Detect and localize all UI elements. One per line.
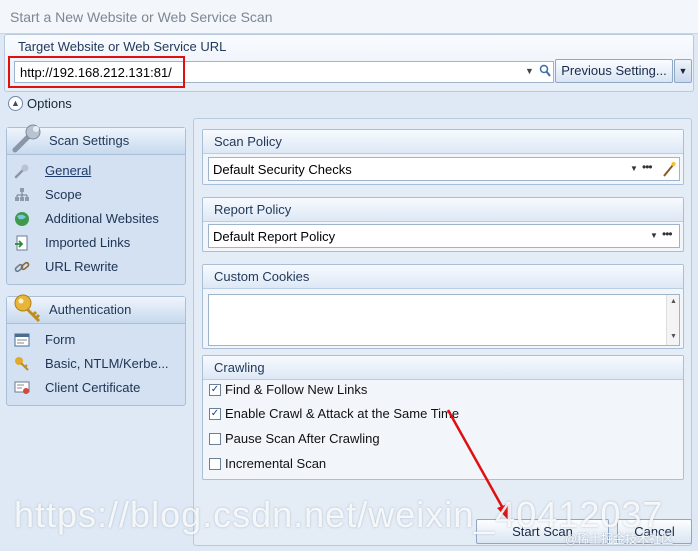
checkbox-unchecked-icon[interactable] [209, 433, 221, 445]
authentication-title: Authentication [49, 302, 132, 317]
scan-settings-title: Scan Settings [49, 133, 130, 148]
search-icon[interactable] [539, 64, 551, 78]
window-title: Start a New Website or Web Service Scan [10, 9, 273, 25]
form-icon [14, 333, 30, 347]
scan-policy-section: Scan Policy Default Security Checks ▼ ••… [202, 129, 684, 185]
report-policy-title: Report Policy [214, 202, 292, 217]
import-icon [15, 235, 28, 251]
scan-settings-header[interactable]: Scan Settings [7, 124, 185, 155]
chevron-down-icon: ▼ [678, 66, 688, 76]
previous-settings-dropdown[interactable]: ▼ [674, 59, 692, 83]
find-follow-links-checkbox[interactable]: ✓ Find & Follow New Links [209, 381, 679, 401]
scroll-up-icon[interactable]: ▲ [670, 298, 677, 305]
scan-policy-title: Scan Policy [214, 134, 282, 149]
window-titlebar: Start a New Website or Web Service Scan [0, 0, 698, 34]
nav-form-label: Form [45, 332, 76, 347]
custom-cookies-input[interactable]: ▲ ▼ [208, 294, 680, 346]
custom-cookies-header: Custom Cookies [203, 265, 683, 289]
nav-additional-websites[interactable]: Additional Websites [14, 209, 179, 229]
nav-form[interactable]: Form [14, 330, 179, 350]
url-highlight-box [8, 56, 185, 88]
pause-after-crawling-checkbox[interactable]: Pause Scan After Crawling [209, 430, 679, 450]
nav-client-certificate[interactable]: Client Certificate [14, 378, 179, 398]
scan-policy-select[interactable]: Default Security Checks ▼ ••• [208, 157, 680, 181]
nav-basic-ntlm[interactable]: Basic, NTLM/Kerbe... [14, 354, 179, 374]
sitemap-icon [15, 188, 29, 201]
nav-general-label: General [45, 163, 92, 178]
nav-general[interactable]: General [14, 161, 179, 181]
url-dropdown-icon[interactable]: ▼ [525, 66, 534, 76]
watermark-community: @稀土掘金技术社区 [565, 532, 674, 546]
custom-cookies-scrollbar[interactable]: ▲ ▼ [666, 295, 679, 345]
report-policy-value: Default Report Policy [213, 229, 336, 244]
more-options-icon[interactable]: ••• [642, 160, 653, 174]
custom-cookies-title: Custom Cookies [214, 269, 310, 284]
nav-imported-links-label: Imported Links [45, 235, 131, 250]
nav-scope[interactable]: Scope [14, 185, 179, 205]
nav-url-rewrite[interactable]: URL Rewrite [14, 257, 179, 277]
nav-client-certificate-label: Client Certificate [45, 380, 141, 395]
find-follow-links-label: Find & Follow New Links [225, 382, 368, 397]
incremental-scan-label: Incremental Scan [225, 456, 327, 471]
report-policy-select[interactable]: Default Report Policy ▼ ••• [208, 224, 680, 248]
certificate-icon [14, 381, 30, 394]
nav-url-rewrite-label: URL Rewrite [45, 259, 119, 274]
crawling-title: Crawling [214, 360, 265, 375]
wrench-icon [12, 124, 41, 153]
key-icon [14, 294, 41, 323]
wrench-icon [14, 164, 29, 179]
previous-settings-button[interactable]: Previous Setting... [555, 59, 673, 83]
edit-wand-icon[interactable] [662, 161, 676, 177]
crawling-section: Crawling ✓ Find & Follow New Links ✓ Ena… [202, 355, 684, 480]
options-label: Options [27, 96, 72, 111]
crawl-attack-same-time-label: Enable Crawl & Attack at the Same Time [225, 406, 460, 421]
chevron-down-icon[interactable]: ▼ [630, 164, 638, 173]
scan-policy-value: Default Security Checks [213, 162, 352, 177]
incremental-scan-checkbox[interactable]: Incremental Scan [209, 455, 679, 475]
nav-imported-links[interactable]: Imported Links [14, 233, 179, 253]
globe-icon [15, 212, 29, 226]
crawl-attack-same-time-checkbox[interactable]: ✓ Enable Crawl & Attack at the Same Time [209, 405, 679, 425]
scan-policy-header: Scan Policy [203, 130, 683, 154]
scroll-down-icon[interactable]: ▼ [670, 333, 677, 340]
collapse-icon[interactable]: ▲ [8, 96, 23, 111]
report-policy-header: Report Policy [203, 198, 683, 222]
nav-scope-label: Scope [45, 187, 82, 202]
pause-after-crawling-label: Pause Scan After Crawling [225, 431, 380, 446]
link-icon [14, 261, 30, 273]
checkbox-unchecked-icon[interactable] [209, 458, 221, 470]
target-url-label: Target Website or Web Service URL [18, 39, 227, 54]
crawling-header: Crawling [203, 356, 683, 380]
key-icon [15, 357, 29, 371]
nav-basic-ntlm-label: Basic, NTLM/Kerbe... [45, 356, 169, 371]
checkbox-checked-icon[interactable]: ✓ [209, 408, 221, 420]
custom-cookies-section: Custom Cookies ▲ ▼ [202, 264, 684, 349]
authentication-header[interactable]: Authentication [7, 294, 185, 324]
chevron-down-icon[interactable]: ▼ [650, 231, 658, 240]
nav-additional-websites-label: Additional Websites [45, 211, 159, 226]
report-policy-section: Report Policy Default Report Policy ▼ ••… [202, 197, 684, 252]
more-options-icon[interactable]: ••• [662, 227, 673, 241]
checkbox-checked-icon[interactable]: ✓ [209, 384, 221, 396]
